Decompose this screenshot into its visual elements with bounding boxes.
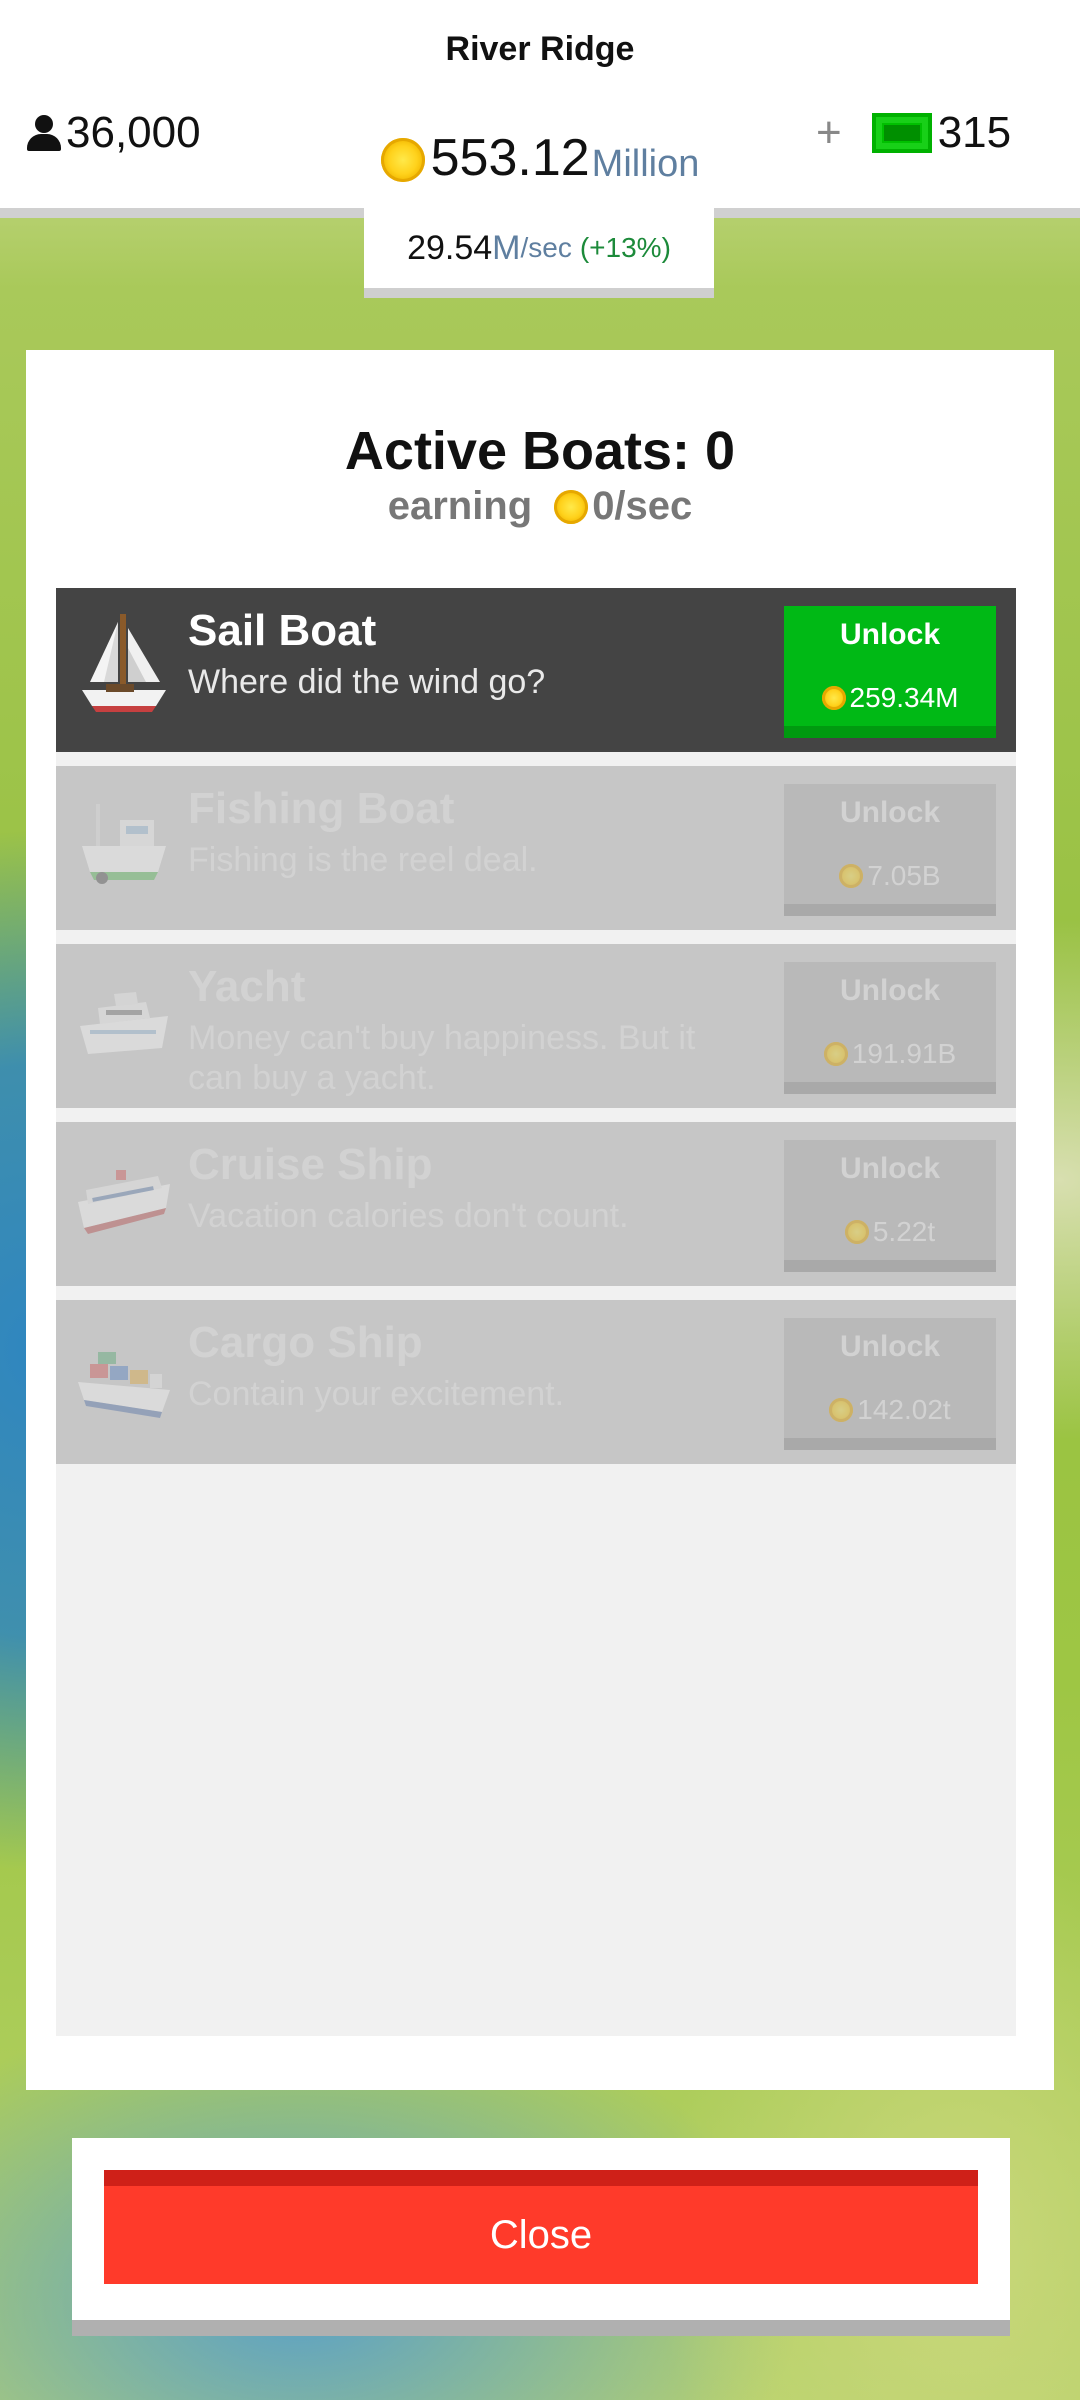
boat-name: Sail Boat [188,606,377,655]
sail-boat-icon [82,614,166,712]
coin-icon [839,864,864,888]
boat-description: Fishing is the reel deal. [188,841,538,879]
boat-name: Fishing Boat [188,784,455,833]
boat-name: Cruise Ship [188,1140,433,1189]
yacht-icon [80,992,168,1054]
boat-description: Contain your excitement. [188,1375,565,1413]
rate-unit: M [492,228,521,267]
boat-row-cruise-ship: Cruise Ship Vacation calories don't coun… [56,1122,1016,1286]
coin-icon [829,1398,854,1422]
boats-modal: Active Boats: 0 earning 0/sec Sail Boat … [26,350,1054,2090]
rate-value: 29.54 [407,228,493,267]
coin-icon [380,138,425,182]
close-button-frame: Close [72,2138,1010,2336]
cash-note-icon [871,113,932,153]
boat-name: Yacht [188,962,306,1011]
unlock-label: Unlock [839,1152,941,1185]
fishing-boat-icon [82,804,166,884]
coin-icon [823,1042,848,1066]
price-value: 142.02t [857,1394,951,1425]
unlock-price: 191.91B [784,1038,996,1070]
modal-title: Active Boats: 0 [344,421,736,481]
town-name: River Ridge [445,30,635,68]
boat-name: Cargo Ship [188,1318,423,1367]
unlock-price: 259.34M [784,682,996,714]
boat-description: Money can't buy happiness. But it can bu… [188,1019,696,1097]
earning-line: earning 0/sec [26,484,1054,529]
coin-icon [554,489,589,524]
cash-amount: 553.12 [430,129,590,187]
rate-bonus: (+13%) [579,232,671,263]
unlock-label: Unlock [839,618,941,651]
boat-description: Where did the wind go? [188,663,546,701]
boat-row-sail-boat: Sail Boat Where did the wind go? Unlock … [56,588,1016,752]
top-hud: River Ridge 36,000 553.12 Million + 315 [0,0,1080,218]
unlock-label: Unlock [839,796,941,829]
boat-row-cargo-ship: Cargo Ship Contain your excitement. Unlo… [56,1300,1016,1464]
gems-counter[interactable]: + 315 [816,108,1011,158]
price-value: 191.91B [851,1038,957,1069]
price-value: 5.22t [872,1216,936,1247]
price-value: 7.05B [867,860,941,891]
add-gems-button[interactable]: + [816,108,842,158]
price-value: 259.34M [849,682,959,713]
unlock-sail-boat-button[interactable]: Unlock 259.34M [784,606,996,738]
earning-label: earning [387,484,533,528]
unlock-cargo-ship-button[interactable]: Unlock 142.02t [784,1318,996,1450]
unlock-label: Unlock [839,974,941,1007]
unlock-label: Unlock [839,1330,941,1363]
unlock-yacht-button[interactable]: Unlock 191.91B [784,962,996,1094]
earning-value: 0/sec [592,484,693,528]
gems-value: 315 [937,108,1012,157]
boat-list: Sail Boat Where did the wind go? Unlock … [56,588,1016,2036]
boat-description: Vacation calories don't count. [188,1197,629,1235]
boat-row-fishing-boat: Fishing Boat Fishing is the reel deal. U… [56,766,1016,930]
unlock-cruise-ship-button[interactable]: Unlock 5.22t [784,1140,996,1272]
rate-per: /sec [520,232,572,263]
unlock-price: 5.22t [784,1216,996,1248]
coin-icon [821,686,846,710]
cruise-ship-icon [78,1170,170,1234]
boat-row-yacht: Yacht Money can't buy happiness. But it … [56,944,1016,1108]
coin-icon [844,1220,869,1244]
cash-unit: Million [591,143,700,185]
close-button[interactable]: Close [104,2170,978,2284]
unlock-price: 142.02t [784,1394,996,1426]
cargo-ship-icon [78,1352,170,1418]
unlock-price: 7.05B [784,860,996,892]
unlock-fishing-boat-button[interactable]: Unlock 7.05B [784,784,996,916]
income-rate-tab: 29.54 M /sec (+13%) [364,208,714,298]
